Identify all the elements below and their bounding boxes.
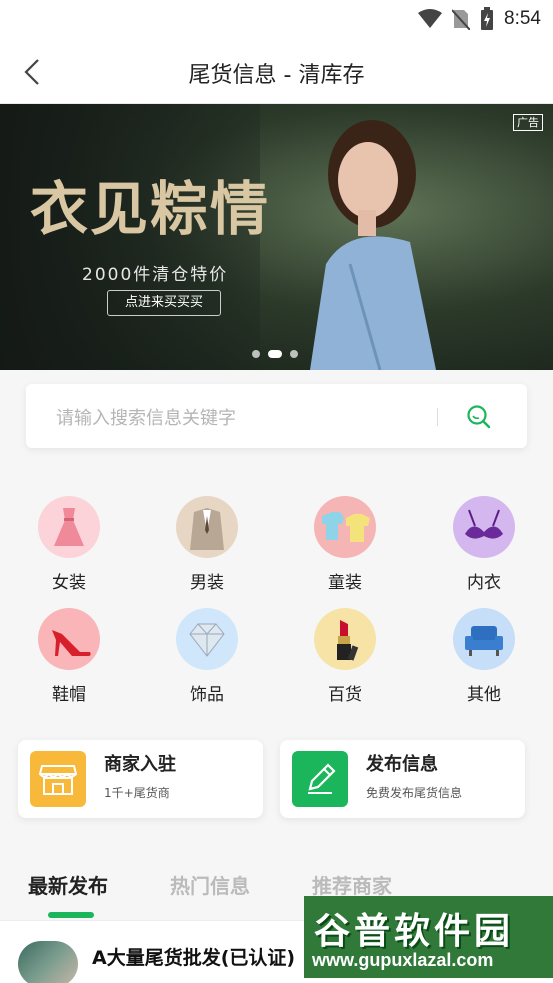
search-input[interactable]: 请输入搜索信息关键字 <box>56 404 236 430</box>
status-time: 8:54 <box>504 8 541 29</box>
avatar <box>18 941 78 983</box>
sofa-icon <box>453 608 515 670</box>
category-label: 童装 <box>328 573 362 593</box>
carousel-dot[interactable] <box>252 350 260 358</box>
watermark-logo: 谷普软件园 www.gupuxlazal.com <box>304 896 553 978</box>
category-underwear[interactable]: 内衣 <box>434 496 534 593</box>
kids-clothes-icon <box>314 496 376 558</box>
search-divider <box>437 408 438 426</box>
category-label: 鞋帽 <box>52 685 86 705</box>
card-title: 商家入驻 <box>104 754 176 775</box>
tab-latest[interactable]: 最新发布 <box>28 870 108 899</box>
category-label: 百货 <box>328 685 362 705</box>
category-kids[interactable]: 童装 <box>295 496 395 593</box>
category-shoes-hats[interactable]: 鞋帽 <box>19 608 119 705</box>
banner-subtitle: 2000件清仓特价 <box>82 265 229 285</box>
diamond-icon <box>176 608 238 670</box>
lipstick-icon <box>314 608 376 670</box>
tab-recommended[interactable]: 推荐商家 <box>312 870 392 899</box>
merchant-join-card[interactable]: 商家入驻 1千+尾货商 <box>18 740 263 818</box>
pencil-icon <box>292 751 348 807</box>
search-icon[interactable] <box>466 404 492 430</box>
active-tab-indicator <box>48 912 94 918</box>
page-title: 尾货信息 - 清库存 <box>188 63 365 88</box>
banner-cta-button[interactable]: 点进来买买买 <box>107 290 221 316</box>
bra-icon <box>453 496 515 558</box>
category-label: 饰品 <box>190 685 224 705</box>
carousel-dot[interactable] <box>290 350 298 358</box>
category-men[interactable]: 男装 <box>157 496 257 593</box>
card-subtitle: 1千+尾货商 <box>104 786 170 800</box>
carousel-indicator <box>252 350 298 358</box>
watermark-url: www.gupuxlazal.com <box>312 950 494 970</box>
promo-banner[interactable]: 广告 衣见粽情 2000件清仓特价 点进来买买买 <box>0 104 553 370</box>
banner-model-image <box>310 120 436 370</box>
app-header: 尾货信息 - 清库存 <box>0 40 553 104</box>
category-label: 男装 <box>190 573 224 593</box>
dress-icon <box>38 496 100 558</box>
category-general[interactable]: 百货 <box>295 608 395 705</box>
category-label: 女装 <box>52 573 86 593</box>
watermark-text: 谷普软件园 <box>314 911 515 952</box>
category-women[interactable]: 女装 <box>19 496 119 593</box>
category-label: 内衣 <box>467 573 501 593</box>
publish-info-card[interactable]: 发布信息 免费发布尾货信息 <box>280 740 525 818</box>
suit-icon <box>176 496 238 558</box>
battery-charging-icon <box>481 7 494 30</box>
wifi-icon <box>418 9 443 28</box>
status-bar: 8:54 <box>0 0 553 40</box>
banner-headline: 衣见粽情 <box>30 175 271 243</box>
category-label: 其他 <box>467 685 501 705</box>
high-heel-icon <box>38 608 100 670</box>
list-item-title: A大量尾货批发(已认证) <box>92 947 296 969</box>
card-subtitle: 免费发布尾货信息 <box>366 786 463 800</box>
tab-hot[interactable]: 热门信息 <box>170 870 250 899</box>
search-bar[interactable]: 请输入搜索信息关键字 <box>26 384 527 448</box>
category-other[interactable]: 其他 <box>434 608 534 705</box>
ad-tag: 广告 <box>513 114 543 131</box>
carousel-dot-active[interactable] <box>268 350 282 358</box>
store-icon <box>30 751 86 807</box>
card-title: 发布信息 <box>366 754 438 775</box>
no-sim-icon <box>452 9 471 30</box>
category-accessories[interactable]: 饰品 <box>157 608 257 705</box>
